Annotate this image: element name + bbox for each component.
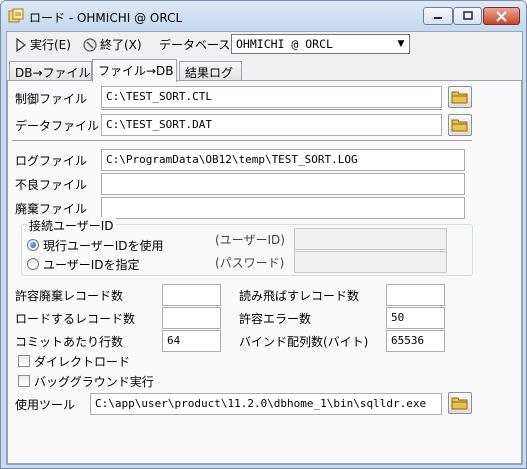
commit-rows-label: コミットあたり行数 <box>15 335 124 349</box>
tool-label: 使用ツール <box>15 398 76 412</box>
allowed-errors-input[interactable]: 50 <box>386 307 445 329</box>
use-current-user-radio[interactable] <box>27 239 39 251</box>
client-area: 実行(E) 終了(X) データベース OHMICHI @ ORCL ▼ DB→フ… <box>6 31 523 465</box>
exit-icon <box>83 37 97 52</box>
discard-file-label: 廃棄ファイル <box>15 202 88 216</box>
exit-button[interactable]: 終了(X) <box>83 36 142 53</box>
load-records-label: ロードするレコード数 <box>15 312 136 326</box>
tool-value: C:\app\user\product\11.2.0\dbhome_1\bin\… <box>95 397 427 410</box>
discard-file-input[interactable] <box>101 197 465 219</box>
use-current-user-label: 現行ユーザーIDを使用 <box>43 239 164 253</box>
exit-label: 終了(X) <box>100 38 142 52</box>
specify-user-radio[interactable] <box>27 258 39 270</box>
user-id-label: (ユーザーID) <box>215 233 285 247</box>
data-file-value: C:\TEST_SORT.DAT <box>106 118 212 131</box>
minimize-icon <box>434 17 442 19</box>
execute-label: 実行(E) <box>30 38 71 52</box>
control-file-value: C:\TEST_SORT.CTL <box>106 90 212 103</box>
allowed-errors-value: 50 <box>391 311 405 324</box>
log-file-value: C:\ProgramData\OB12\temp\TEST_SORT.LOG <box>106 153 358 166</box>
bind-array-label: バインド配列数(バイト) <box>239 335 369 349</box>
bad-file-input[interactable] <box>101 173 465 195</box>
data-file-browse-button[interactable] <box>448 114 472 136</box>
tool-browse-button[interactable] <box>448 392 472 414</box>
background-checkbox[interactable] <box>18 375 30 387</box>
maximize-icon <box>462 11 473 20</box>
bind-array-input[interactable]: 65536 <box>386 330 445 352</box>
toolbar: 実行(E) 終了(X) データベース OHMICHI @ ORCL ▼ <box>7 32 522 58</box>
bad-file-label: 不良ファイル <box>15 178 88 192</box>
skip-records-label: 読み飛ばすレコード数 <box>239 289 360 303</box>
database-select[interactable]: OHMICHI @ ORCL ▼ <box>231 34 410 54</box>
tab-strip: DB→ファイル ファイル→DB 結果ログ <box>7 59 522 82</box>
user-id-input[interactable] <box>294 228 447 250</box>
tab-result-log[interactable]: 結果ログ <box>179 61 242 81</box>
close-icon <box>496 10 507 22</box>
separator <box>101 109 442 110</box>
folder-icon <box>451 119 468 132</box>
allowed-errors-label: 許容エラー数 <box>239 312 312 326</box>
play-icon <box>16 37 26 52</box>
connect-user-group-title: 接続ユーザーID <box>27 217 116 234</box>
control-file-browse-button[interactable] <box>448 86 472 108</box>
specify-user-label: ユーザーIDを指定 <box>43 258 140 272</box>
skip-records-input[interactable] <box>386 284 445 306</box>
commit-rows-value: 64 <box>167 334 181 347</box>
maximize-button[interactable] <box>453 7 482 25</box>
window-title: ロード - OHMICHI @ ORCL <box>29 11 183 25</box>
direct-load-label: ダイレクトロード <box>34 355 131 369</box>
title-bar[interactable]: ロード - OHMICHI @ ORCL <box>1 1 526 31</box>
password-input[interactable] <box>294 251 447 273</box>
execute-button[interactable]: 実行(E) <box>15 36 71 53</box>
database-label: データベース <box>159 38 231 52</box>
close-button[interactable] <box>483 7 520 25</box>
log-file-input[interactable]: C:\ProgramData\OB12\temp\TEST_SORT.LOG <box>101 149 465 171</box>
data-file-input[interactable]: C:\TEST_SORT.DAT <box>101 114 442 136</box>
bind-array-value: 65536 <box>391 334 425 347</box>
allowed-discard-label: 許容廃棄レコード数 <box>15 289 124 303</box>
commit-rows-input[interactable]: 64 <box>162 330 221 352</box>
direct-load-checkbox[interactable] <box>18 355 30 367</box>
password-label: (パスワード) <box>215 256 285 270</box>
file-to-db-panel: 制御ファイル C:\TEST_SORT.CTL データファイル C:\TEST_… <box>7 80 522 464</box>
log-file-label: ログファイル <box>15 154 88 168</box>
minimize-button[interactable] <box>423 7 453 25</box>
database-value: OHMICHI @ ORCL <box>236 37 333 51</box>
load-records-input[interactable] <box>162 307 221 329</box>
folder-icon <box>451 397 468 410</box>
background-label: バッググラウンド実行 <box>34 375 154 389</box>
tab-file-to-db[interactable]: ファイル→DB <box>92 59 177 82</box>
tool-input[interactable]: C:\app\user\product\11.2.0\dbhome_1\bin\… <box>90 393 442 415</box>
separator <box>12 140 472 141</box>
control-file-input[interactable]: C:\TEST_SORT.CTL <box>101 86 442 108</box>
chevron-down-icon[interactable]: ▼ <box>393 35 409 53</box>
folder-icon <box>451 91 468 104</box>
data-file-label: データファイル <box>15 119 100 133</box>
application-window: ロード - OHMICHI @ ORCL 実行(E) 終了(X) データベース … <box>0 0 527 469</box>
control-file-label: 制御ファイル <box>15 92 88 106</box>
tab-db-to-file[interactable]: DB→ファイル <box>9 61 92 81</box>
app-icon <box>8 8 24 23</box>
allowed-discard-input[interactable] <box>162 284 221 306</box>
